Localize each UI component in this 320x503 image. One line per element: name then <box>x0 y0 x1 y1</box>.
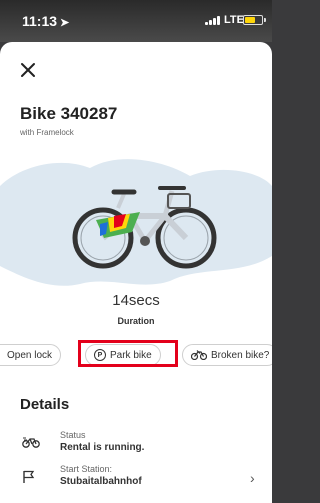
battery-tip <box>264 18 266 22</box>
close-button[interactable] <box>18 60 38 80</box>
flag-icon <box>23 470 35 483</box>
broken-bike-label: Broken bike? <box>211 349 270 361</box>
bike-illustration <box>0 159 272 286</box>
battery-fill <box>245 17 255 23</box>
start-station-row[interactable]: Start Station: Stubaitalbahnhof › <box>0 462 272 498</box>
lock-type-label: with Framelock <box>20 128 74 137</box>
status-bar: 11:13 ➤ LTE <box>0 0 272 42</box>
signal-icon <box>205 16 220 25</box>
close-icon <box>21 63 35 77</box>
location-arrow-icon: ➤ <box>60 17 70 29</box>
start-station-label: Start Station: <box>60 464 113 474</box>
battery-icon <box>243 15 263 25</box>
open-lock-button[interactable]: Open lock <box>0 344 62 366</box>
status-time: 11:13 ➤ <box>22 13 69 29</box>
duration-label: Duration <box>117 316 155 326</box>
bike-detail-sheet: Bike 340287 with Framelock 14secs Durati… <box>0 42 272 503</box>
bike-status-icon <box>22 437 40 448</box>
broken-bike-icon <box>191 350 207 360</box>
duration-value: 14secs <box>112 292 160 309</box>
status-row: Status Rental is running. <box>0 428 272 464</box>
status-label: Status <box>60 430 86 440</box>
park-bike-highlight <box>78 340 178 367</box>
broken-bike-button[interactable]: Broken bike? <box>182 344 272 366</box>
details-heading: Details <box>20 396 70 413</box>
chevron-right-icon[interactable]: › <box>250 470 255 486</box>
bike-title: Bike 340287 <box>20 104 118 123</box>
status-time-text: 11:13 <box>22 13 58 29</box>
status-value: Rental is running. <box>60 442 145 453</box>
start-station-value: Stubaitalbahnhof <box>60 476 142 487</box>
open-lock-label: Open lock <box>7 349 53 361</box>
network-label: LTE <box>224 14 244 26</box>
